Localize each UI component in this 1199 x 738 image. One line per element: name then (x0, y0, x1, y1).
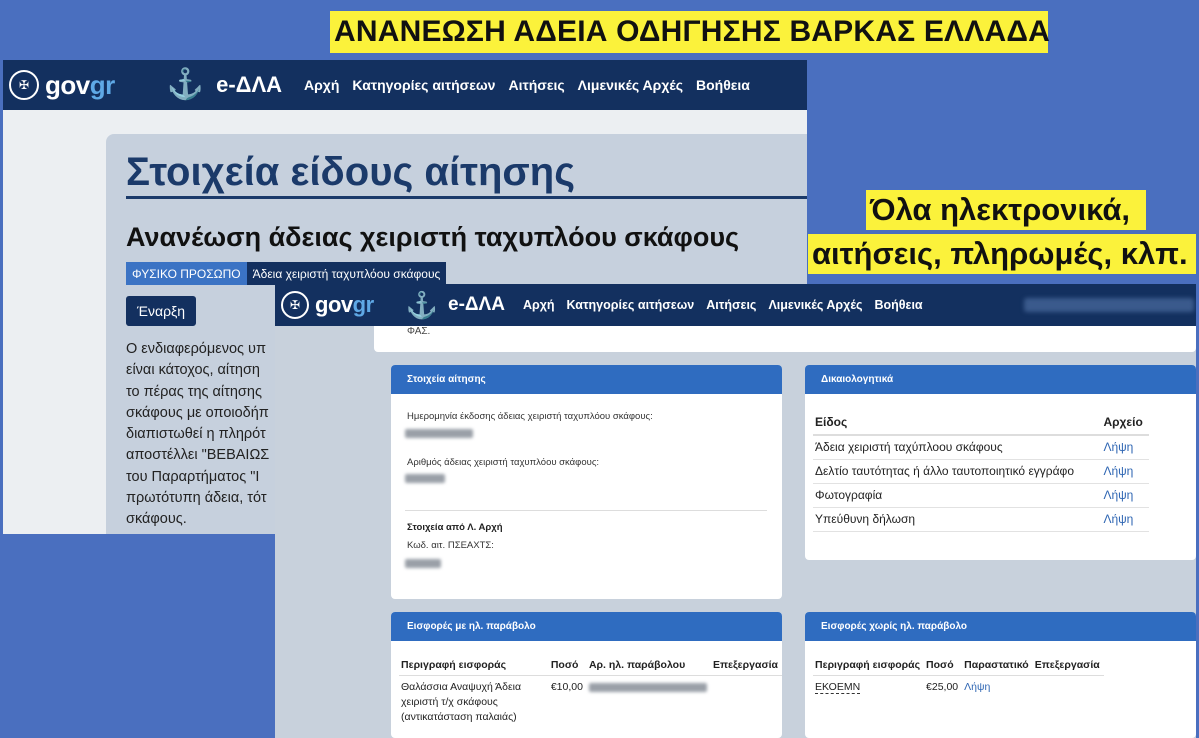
documents-table: Είδος Αρχείο Άδεια χειριστή ταχύπλοου σκ… (813, 411, 1149, 532)
issue-date-value-redacted (405, 429, 473, 438)
caption-right-line2: αιτήσεις, πληρωμές, κλπ. (808, 234, 1196, 274)
fee-amount: €10,00 (550, 681, 583, 693)
col-amount: Ποσό (548, 656, 587, 676)
edla-wordmark: e-ΔΛΑ (448, 294, 505, 315)
menu-help[interactable]: Βοήθεια (696, 77, 750, 93)
card-header: Εισφορές χωρίς ηλ. παράβολο (805, 612, 1196, 641)
greek-emblem-icon: ✠ (9, 70, 39, 100)
document-name: Υπεύθυνη δήλωση (813, 507, 1102, 532)
authority-heading: Στοιχεία από Λ. Αρχή (407, 522, 503, 533)
govgr-logo[interactable]: ✠ govgr (281, 291, 374, 319)
table-header-row: Περιγραφή εισφοράς Ποσό Αρ. ηλ. παράβολο… (399, 656, 782, 676)
card-header: Δικαιολογητικά (805, 365, 1196, 394)
fee-description-line: (αντικατάσταση παλαιάς) (401, 711, 517, 723)
col-receipt: Παραστατικό (962, 656, 1033, 676)
license-number-value-redacted (405, 474, 445, 483)
document-name: Φωτογραφία (813, 483, 1102, 508)
table-row: ΕΚΟΕΜΝ €25,00 Λήψη (813, 676, 1104, 698)
fee-code[interactable]: ΕΚΟΕΜΝ (815, 681, 861, 694)
fee-description: Θαλάσσια Αναψυχή Άδεια χειριστή τ/χ σκάφ… (399, 676, 549, 728)
caption-top: ΑΝΑΝΕΩΣΗ ΑΔΕΙΑ ΟΔΗΓΗΣΗΣ ΒΑΡΚΑΣ ΕΛΛΑΔΑ (330, 11, 1050, 53)
fee-amount: €25,00 (926, 681, 959, 693)
application-subtitle: Ανανέωση άδειας χειριστή ταχυπλόου σκάφο… (126, 222, 740, 252)
document-name: Άδεια χειριστή ταχύπλοου σκάφους (813, 435, 1102, 460)
cut-off-text: ΦΑΣ. (407, 326, 431, 337)
crossed-anchors-icon: ⚓ (405, 290, 438, 320)
receipt-download-link[interactable]: Λήψη (962, 676, 1033, 698)
fee-processing (711, 676, 782, 728)
govgr-wordmark: govgr (45, 69, 115, 100)
fees-with-paravolo-card: Εισφορές με ηλ. παράβολο Περιγραφή εισφο… (391, 612, 782, 738)
menu-port-authorities[interactable]: Λιμενικές Αρχές (578, 77, 683, 93)
menu-help[interactable]: Βοήθεια (874, 298, 922, 312)
fee-description-line: χειριστή τ/χ σκάφους (401, 696, 498, 708)
fee-description-line: Θαλάσσια Αναψυχή Άδεια (401, 681, 522, 693)
card-header: Εισφορές με ηλ. παράβολο (391, 612, 782, 641)
title-divider (126, 196, 807, 199)
download-link[interactable]: Λήψη (1101, 435, 1149, 460)
table-header-row: Περιγραφή εισφοράς Ποσό Παραστατικό Επεξ… (813, 656, 1104, 676)
authority-code-label: Κωδ. αιτ. ΠΣΕΑΧΤΣ: (407, 540, 494, 551)
tag-license-type: Άδεια χειριστή ταχυπλόου σκάφους (246, 262, 447, 285)
download-link[interactable]: Λήψη (1101, 507, 1149, 532)
col-amount: Ποσό (924, 656, 963, 676)
govgr-logo[interactable]: ✠ govgr (9, 70, 115, 101)
tag-natural-person: ΦΥΣΙΚΟ ΠΡΟΣΩΠΟ (126, 262, 247, 285)
fees-table: Περιγραφή εισφοράς Ποσό Αρ. ηλ. παράβολο… (399, 656, 782, 727)
col-description: Περιγραφή εισφοράς (399, 656, 549, 676)
start-button[interactable]: Έναρξη (126, 296, 197, 326)
document-name: Δελτίο ταυτότητας ή άλλο ταυτοποιητικό ε… (813, 459, 1102, 484)
table-row: Δελτίο ταυτότητας ή άλλο ταυτοποιητικό ε… (813, 459, 1149, 484)
divider (405, 510, 767, 511)
col-processing: Επεξεργασία (1032, 656, 1104, 676)
issue-date-label: Ημερομηνία έκδοσης άδειας χειριστή ταχυπ… (407, 411, 653, 422)
user-menu-redacted[interactable] (1024, 298, 1194, 312)
menu-applications[interactable]: Αιτήσεις (508, 77, 564, 93)
license-number-label: Αριθμός άδειας χειριστή ταχυπλόου σκάφου… (407, 457, 600, 468)
col-type: Είδος (813, 411, 1102, 436)
screenshot-application-details: ✠ govgr ⚓ e-ΔΛΑ Αρχή Κατηγορίες αιτήσεων… (275, 284, 1196, 738)
table-row: Υπεύθυνη δήλωση Λήψη (813, 507, 1149, 532)
col-description: Περιγραφή εισφοράς (813, 656, 925, 676)
fees-table: Περιγραφή εισφοράς Ποσό Παραστατικό Επεξ… (813, 656, 1104, 697)
greek-emblem-icon: ✠ (281, 291, 309, 319)
authority-code-value-redacted (405, 559, 441, 568)
top-nav: ✠ govgr ⚓ e-ΔΛΑ Αρχή Κατηγορίες αιτήσεων… (275, 284, 1196, 326)
card-header: Στοιχεία αίτησης (391, 365, 782, 394)
menu-applications[interactable]: Αιτήσεις (706, 298, 756, 312)
fee-processing (1033, 676, 1104, 698)
menu-port-authorities[interactable]: Λιμενικές Αρχές (768, 298, 862, 312)
menu-categories[interactable]: Κατηγορίες αιτήσεων (567, 298, 695, 312)
page-title: Στοιχεία είδους αίτησης (126, 150, 576, 194)
col-file: Αρχείο (1101, 411, 1149, 436)
menu-categories[interactable]: Κατηγορίες αιτήσεων (352, 77, 495, 93)
documents-card: Δικαιολογητικά Είδος Αρχείο Άδεια χειρισ… (805, 365, 1196, 560)
tags: ΦΥΣΙΚΟ ΠΡΟΣΩΠΟ Άδεια χειριστή ταχυπλόου … (126, 262, 447, 285)
menu-home[interactable]: Αρχή (523, 298, 555, 312)
govgr-wordmark: govgr (315, 292, 374, 317)
col-processing: Επεξεργασία (710, 656, 782, 676)
menu-home[interactable]: Αρχή (304, 77, 339, 93)
edla-logo[interactable]: ⚓ e-ΔΛΑ (167, 70, 282, 100)
table-row: Θαλάσσια Αναψυχή Άδεια χειριστή τ/χ σκάφ… (399, 676, 782, 728)
crossed-anchors-icon: ⚓ (166, 68, 205, 101)
paravolo-number-redacted (587, 676, 711, 728)
main-menu: Αρχή Κατηγορίες αιτήσεων Αιτήσεις Λιμενι… (523, 298, 935, 312)
download-link[interactable]: Λήψη (1101, 459, 1149, 484)
table-row: Φωτογραφία Λήψη (813, 483, 1149, 508)
table-header-row: Είδος Αρχείο (813, 411, 1149, 436)
previous-card-bottom: ΦΑΣ. (374, 326, 1196, 352)
fee-description: ΕΚΟΕΜΝ (813, 676, 924, 698)
fees-without-paravolo-card: Εισφορές χωρίς ηλ. παράβολο Περιγραφή ει… (805, 612, 1196, 738)
top-nav: ✠ govgr ⚓ e-ΔΛΑ Αρχή Κατηγορίες αιτήσεων… (3, 60, 807, 110)
download-link[interactable]: Λήψη (1101, 483, 1149, 508)
table-row: Άδεια χειριστή ταχύπλοου σκάφους Λήψη (813, 435, 1149, 460)
application-details-card: Στοιχεία αίτησης Ημερομηνία έκδοσης άδει… (391, 365, 782, 599)
col-paravolo-number: Αρ. ηλ. παράβολου (586, 656, 711, 676)
caption-right-line1: Όλα ηλεκτρονικά, (866, 190, 1146, 230)
main-menu: Αρχή Κατηγορίες αιτήσεων Αιτήσεις Λιμενι… (304, 77, 763, 93)
edla-wordmark: e-ΔΛΑ (216, 72, 283, 97)
edla-logo[interactable]: ⚓ e-ΔΛΑ (406, 292, 505, 318)
